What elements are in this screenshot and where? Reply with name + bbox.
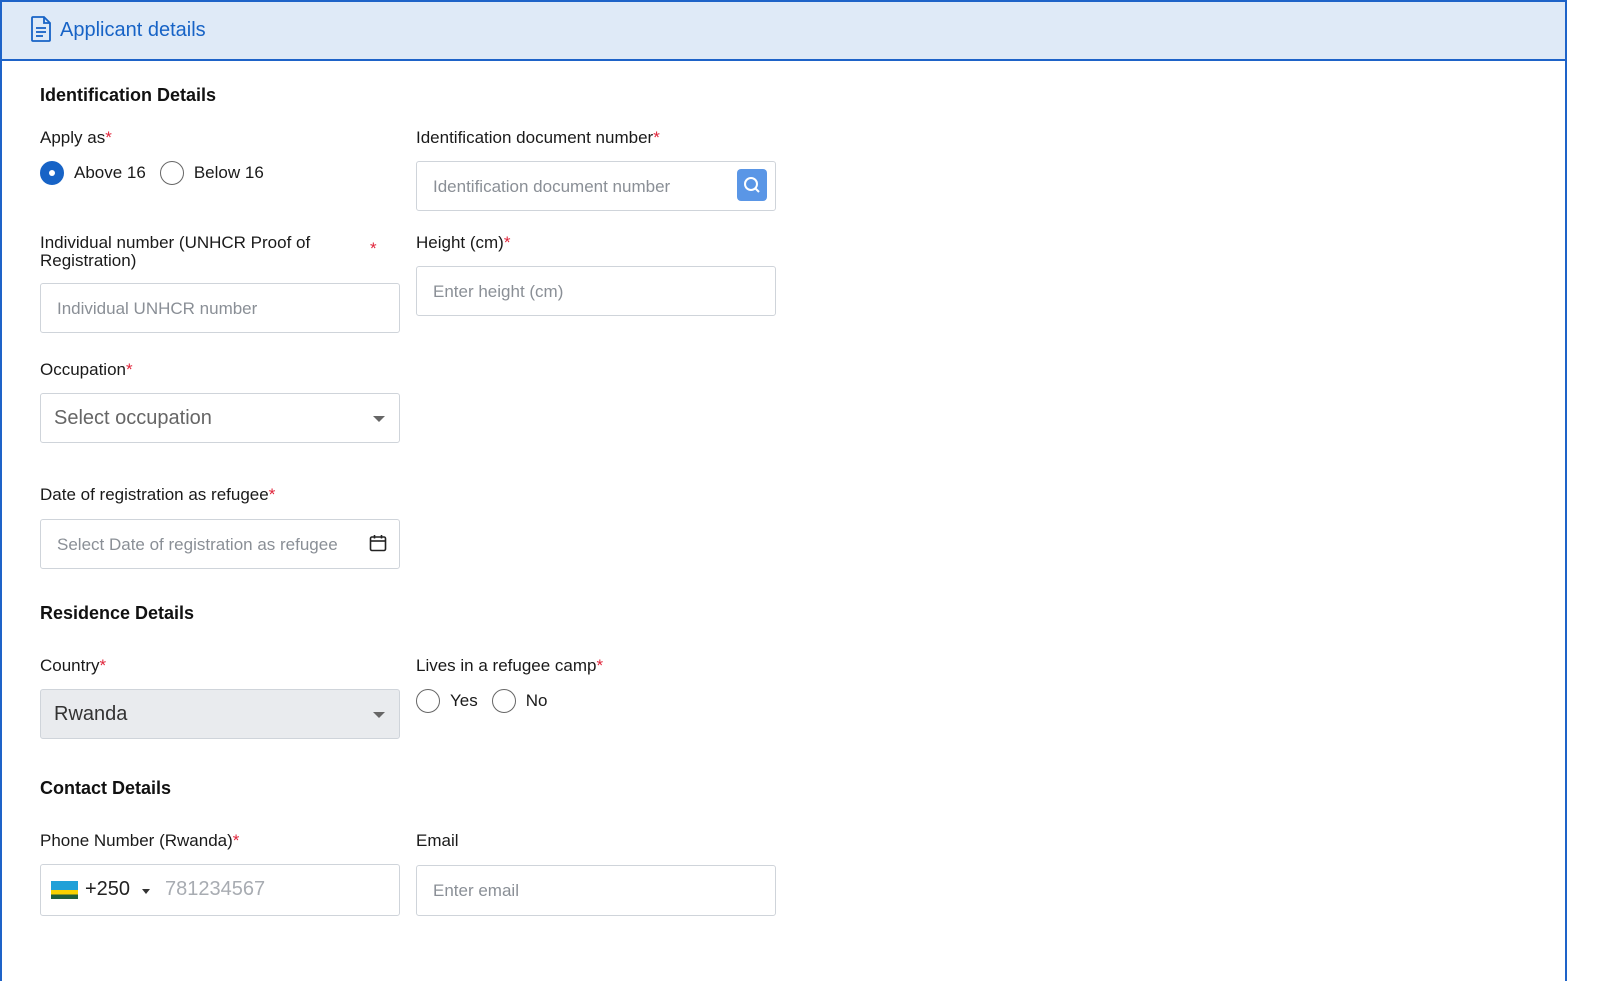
search-icon — [744, 177, 760, 193]
caret-down-icon[interactable] — [142, 889, 150, 894]
section-residence: Residence Details — [40, 603, 195, 623]
radio-above-16[interactable] — [40, 161, 64, 185]
id-doc-input[interactable]: Identification document number — [416, 161, 776, 211]
chevron-down-icon — [373, 712, 385, 718]
occupation-label: Occupation* — [40, 360, 133, 379]
radio-camp-no-label: No — [525, 691, 548, 710]
unhcr-placeholder: Individual UNHCR number — [57, 299, 258, 318]
email-input[interactable]: Enter email — [416, 865, 776, 916]
id-doc-search-button[interactable] — [737, 169, 767, 201]
radio-camp-yes[interactable] — [416, 689, 440, 713]
radio-above-16-label: Above 16 — [74, 163, 146, 182]
height-label: Height (cm)* — [416, 233, 511, 252]
reg-date-placeholder: Select Date of registration as refugee — [57, 535, 338, 554]
email-label: Email — [416, 831, 459, 850]
panel-title: Applicant details — [60, 19, 206, 41]
phone-input[interactable]: +250 781234567 — [40, 864, 400, 916]
occupation-select[interactable]: Select occupation — [40, 393, 400, 443]
section-contact: Contact Details — [40, 778, 172, 798]
reg-date-input[interactable]: Select Date of registration as refugee — [40, 519, 400, 569]
calendar-icon[interactable] — [369, 534, 387, 552]
section-identification: Identification Details — [40, 85, 217, 105]
document-icon — [31, 16, 51, 42]
unhcr-label: Individual number (UNHCR Proof of Regist… — [40, 233, 311, 270]
chevron-down-icon — [373, 416, 385, 422]
height-placeholder: Enter height (cm) — [433, 282, 564, 301]
phone-country-code[interactable]: +250 — [85, 878, 130, 901]
reg-date-label: Date of registration as refugee* — [40, 485, 276, 504]
phone-label: Phone Number (Rwanda)* — [40, 831, 240, 850]
apply-as-radio-group: Above 16 Below 16 — [40, 161, 278, 185]
unhcr-number-input[interactable]: Individual UNHCR number — [40, 283, 400, 333]
refugee-camp-label: Lives in a refugee camp* — [416, 656, 604, 675]
country-value: Rwanda — [54, 703, 128, 725]
id-doc-label: Identification document number* — [416, 128, 660, 147]
id-doc-placeholder: Identification document number — [433, 177, 671, 196]
height-input[interactable]: Enter height (cm) — [416, 266, 776, 316]
occupation-placeholder: Select occupation — [54, 407, 212, 429]
country-select[interactable]: Rwanda — [40, 689, 400, 739]
radio-below-16[interactable] — [159, 161, 184, 185]
radio-camp-no[interactable] — [491, 689, 516, 713]
apply-as-label: Apply as* — [40, 128, 112, 147]
unhcr-required-mark: * — [370, 239, 377, 258]
rwanda-flag-icon[interactable] — [51, 881, 78, 899]
email-placeholder: Enter email — [433, 881, 519, 900]
radio-below-16-label: Below 16 — [193, 163, 264, 182]
panel-header[interactable]: Applicant details — [0, 0, 1567, 61]
refugee-camp-radio-group: Yes No — [416, 689, 561, 713]
radio-camp-yes-label: Yes — [450, 691, 478, 710]
country-label: Country* — [40, 656, 107, 675]
phone-placeholder: 781234567 — [165, 878, 266, 900]
